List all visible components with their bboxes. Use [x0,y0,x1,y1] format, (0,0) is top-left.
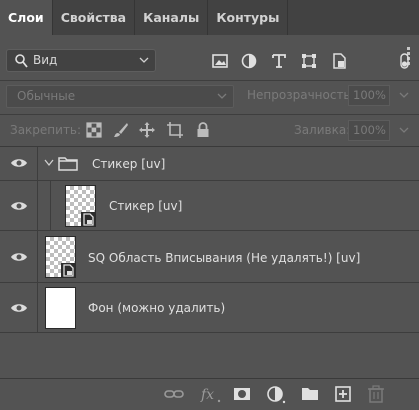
visibility-cell[interactable] [0,231,38,282]
smart-object-filter-icon[interactable] [330,52,348,70]
eye-icon[interactable] [10,200,28,212]
divider [0,114,419,115]
panel-tab-bar: Слои Свойства Каналы Контуры [0,0,419,35]
smart-object-icon [81,212,96,227]
fx-icon[interactable]: fx [200,384,222,404]
layer-filter-label: Вид [33,53,58,67]
blend-mode-select[interactable]: Обычные [6,85,234,108]
layer-name: Фон (можно удалить) [88,301,226,315]
new-group-icon[interactable] [300,384,320,404]
blend-mode-label: Обычные [17,89,76,103]
delete-layer-icon[interactable] [366,384,386,404]
filter-toggle-icon[interactable] [398,52,412,70]
layer-thumbnail[interactable] [65,185,96,227]
indent-guide [50,181,51,231]
lock-artboard-icon[interactable] [166,121,184,139]
lock-all-icon[interactable] [194,121,212,139]
eye-icon[interactable] [10,157,28,169]
layer-thumbnail[interactable] [45,287,76,329]
opacity-label: Непрозрачность: [247,88,355,102]
adjustment-filter-icon[interactable] [240,52,258,70]
layer-name: Стикер [uv] [92,157,166,171]
layer-name: Стикер [uv] [109,199,183,213]
new-layer-icon[interactable] [333,384,353,404]
layer-row-background[interactable]: Фон (можно удалить) [0,283,419,333]
opacity-field[interactable]: 100% [348,85,390,106]
opacity-chevron-icon[interactable] [398,85,410,106]
layer-name: SQ Область Вписывания (Не удалять!) [uv] [88,251,361,265]
layer-thumbnail[interactable] [45,236,76,278]
svg-text:fx: fx [200,387,214,403]
fill-chevron-icon[interactable] [398,120,410,141]
chevron-down-icon [139,57,149,63]
tab-properties[interactable]: Свойства [53,0,136,35]
visibility-cell[interactable] [0,181,38,230]
lock-image-pixels-icon[interactable] [112,121,130,139]
lock-transparent-pixels-icon[interactable] [85,121,103,139]
search-icon [15,54,28,68]
tab-layers[interactable]: Слои [0,0,53,35]
visibility-cell[interactable] [0,147,38,180]
shape-filter-icon[interactable] [300,52,318,70]
folder-icon [58,157,78,171]
chevron-down-icon [217,93,227,99]
image-filter-icon[interactable] [211,52,229,70]
layer-row-group[interactable]: Стикер [uv] [0,147,419,181]
layers-list: Стикер [uv] Стикер [uv] SQ Область Вписы… [0,146,419,378]
add-mask-icon[interactable] [232,384,252,404]
lock-position-icon[interactable] [138,121,156,139]
eye-icon[interactable] [10,251,28,263]
fill-field[interactable]: 100% [348,120,390,141]
lock-label: Закрепить: [10,123,82,137]
new-adjustment-layer-icon[interactable] [266,384,286,404]
type-filter-icon[interactable] [270,52,288,70]
visibility-cell[interactable] [0,283,38,332]
layer-row-smart-object[interactable]: SQ Область Вписывания (Не удалять!) [uv] [0,231,419,283]
eye-icon[interactable] [10,302,28,314]
tab-paths[interactable]: Контуры [208,0,289,35]
layer-filter-select[interactable]: Вид [6,49,156,72]
divider [0,80,419,81]
tab-channels[interactable]: Каналы [135,0,209,35]
layer-row-smart-object[interactable]: Стикер [uv] [0,181,419,231]
link-layers-icon[interactable] [164,384,184,404]
smart-object-icon [61,263,76,278]
chevron-down-icon[interactable] [44,159,54,167]
fill-label: Заливка: [294,123,351,137]
